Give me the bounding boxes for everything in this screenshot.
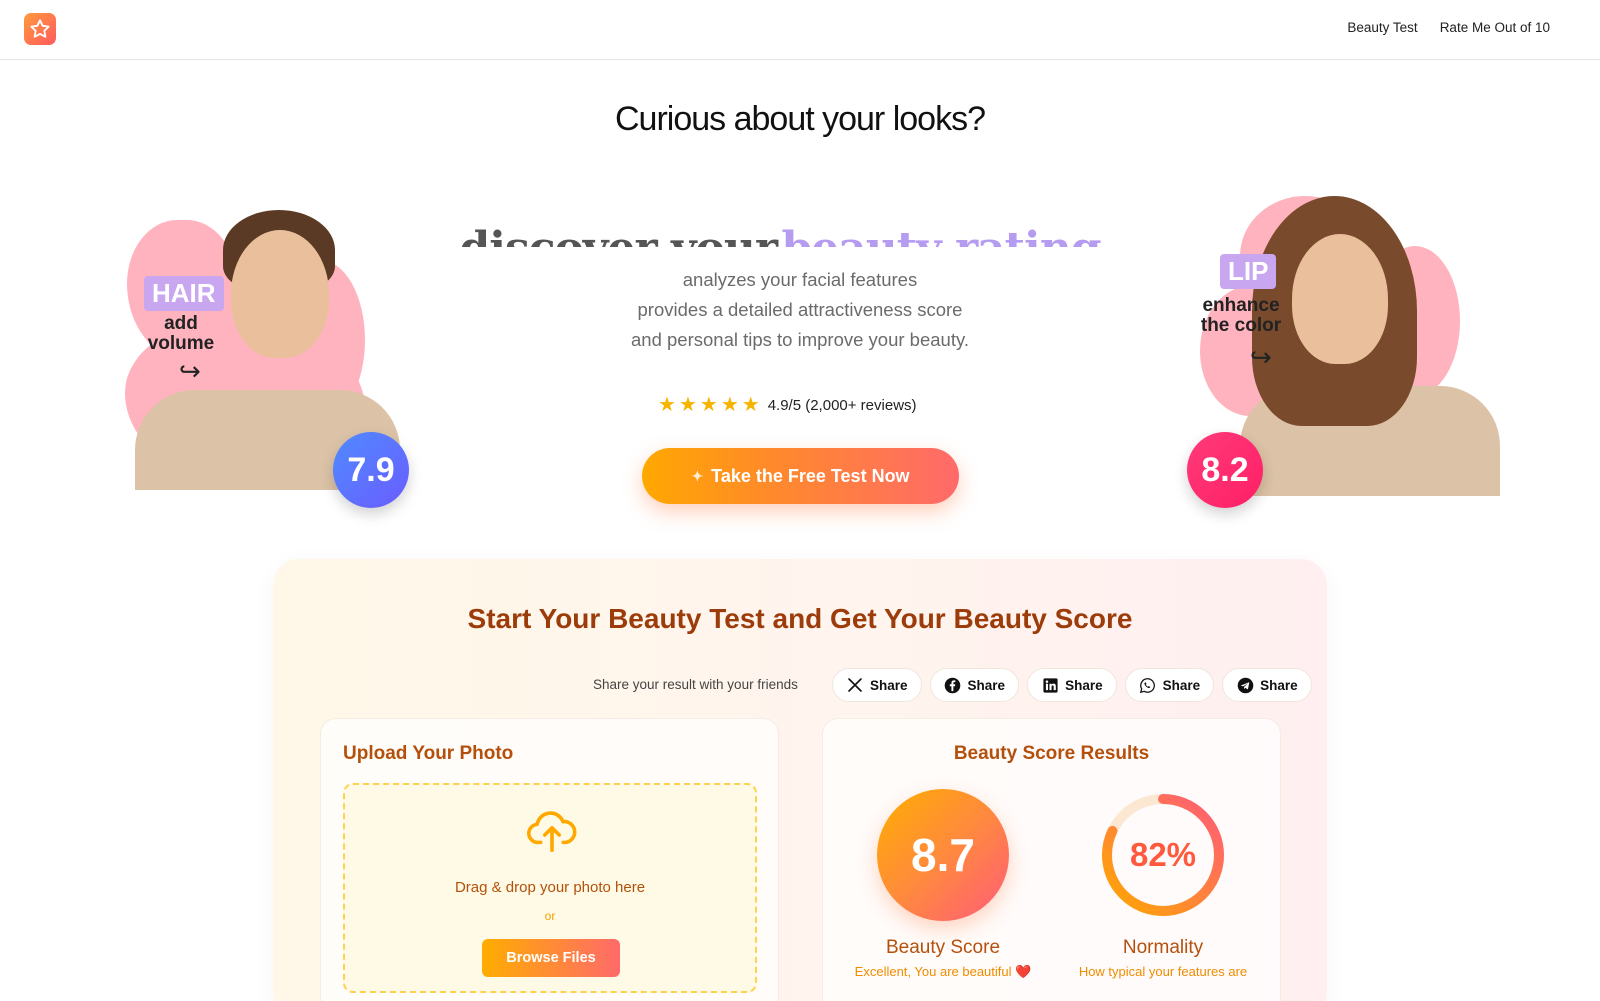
take-test-label: Take the Free Test Now	[711, 465, 910, 486]
beauty-score-description: Excellent, You are beautiful ❤️	[854, 964, 1032, 979]
upload-title: Upload Your Photo	[343, 743, 514, 764]
sparkle-icon: ✦	[691, 467, 704, 484]
share-facebook-button[interactable]: Share	[929, 668, 1020, 702]
nav-link-rate-me[interactable]: Rate Me Out of 10	[1440, 20, 1550, 35]
share-buttons: Share Share Share Share Share	[832, 668, 1312, 702]
hero-title: Curious about your looks?	[614, 100, 986, 138]
share-label: Share your result with your friends	[593, 677, 798, 692]
x-icon	[846, 676, 864, 694]
rating-text: 4.9/5 (2,000+ reviews)	[767, 396, 917, 414]
beauty-score-label: Beauty Score	[885, 937, 1001, 958]
normality-description: How typical your features are	[1078, 964, 1248, 979]
drop-instruction: Drag & drop your photo here	[454, 879, 646, 896]
left-example-score: 7.9	[333, 432, 409, 508]
rating-summary: ★ ★ ★ ★ ★ 4.9/5 (2,000+ reviews)	[658, 395, 917, 415]
subtitle-part-2: beauty rating	[782, 223, 1102, 247]
beauty-score-circle: 8.7	[877, 789, 1009, 921]
linkedin-icon	[1041, 676, 1059, 694]
star-icon: ★	[658, 394, 676, 416]
results-panel: Beauty Score Results 8.7 Beauty Score Ex…	[822, 718, 1281, 1001]
or-separator: or	[544, 909, 556, 923]
normality-value: 82%	[1129, 836, 1197, 873]
logo[interactable]	[24, 13, 56, 45]
star-icon: ★	[678, 394, 697, 416]
take-test-button[interactable]: ✦ Take the Free Test Now	[642, 448, 959, 504]
hero-description-line: analyzes your facial features	[682, 269, 918, 290]
telegram-icon	[1236, 676, 1254, 694]
star-icon: ★	[699, 394, 718, 416]
hero-animated-subtitle: discover your beauty rating	[430, 215, 1130, 247]
curved-arrow-icon: ↪	[179, 356, 201, 386]
share-telegram-button[interactable]: Share	[1222, 668, 1312, 702]
photo-dropzone[interactable]: Drag & drop your photo here or Browse Fi…	[343, 783, 757, 993]
subtitle-part-1: discover your	[460, 223, 779, 247]
upload-panel: Upload Your Photo Drag & drop your photo…	[320, 718, 779, 1001]
results-title: Beauty Score Results	[953, 743, 1150, 764]
browse-files-button[interactable]: Browse Files	[482, 939, 620, 977]
whatsapp-icon	[1139, 676, 1157, 694]
cloud-upload-icon	[525, 803, 579, 862]
share-whatsapp-button[interactable]: Share	[1124, 668, 1215, 702]
hero-description-line: and personal tips to improve your beauty…	[631, 329, 969, 350]
star-icon: ★	[720, 394, 739, 416]
nav-menu: Beauty Test Rate Me Out of 10	[1347, 20, 1550, 35]
star-icon: ★	[741, 394, 760, 416]
normality-label: Normality	[1122, 937, 1204, 958]
facebook-icon	[944, 676, 962, 694]
top-navbar: Beauty Test Rate Me Out of 10	[0, 0, 1600, 60]
share-linkedin-button[interactable]: Share	[1027, 668, 1117, 702]
right-example-score: 8.2	[1187, 432, 1263, 508]
share-x-button[interactable]: Share	[832, 668, 922, 702]
nav-link-beauty-test[interactable]: Beauty Test	[1347, 20, 1417, 35]
test-card-title: Start Your Beauty Test and Get Your Beau…	[467, 603, 1133, 634]
star-icon	[30, 19, 50, 38]
hero-description-line: provides a detailed attractiveness score	[637, 299, 963, 320]
rating-stars: ★ ★ ★ ★ ★	[658, 395, 760, 415]
